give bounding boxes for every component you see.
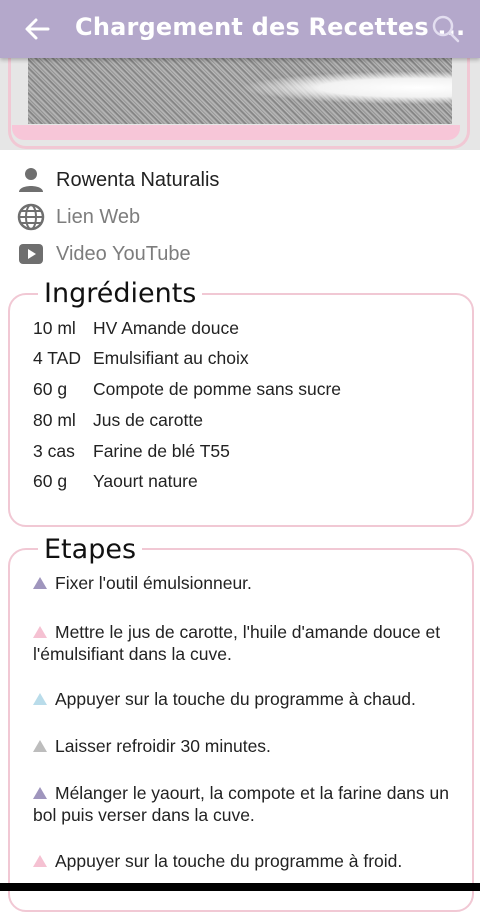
globe-icon xyxy=(17,203,45,231)
ingredient-name: HV Amande douce xyxy=(93,318,239,338)
steps-title: Etapes xyxy=(38,534,143,565)
ingredient-name: Compote de pomme sans sucre xyxy=(93,379,342,399)
author-row: Rowenta Naturalis xyxy=(16,165,219,195)
author-name: Rowenta Naturalis xyxy=(56,168,220,191)
ingredient-name: Jus de carotte xyxy=(93,410,203,430)
triangle-bullet-icon xyxy=(33,787,47,799)
youtube-icon xyxy=(19,244,43,264)
web-link-row[interactable]: Lien Web xyxy=(16,202,140,232)
app-bar: Chargement des Recettes ... xyxy=(0,0,480,58)
step-text: Fixer l'outil émulsionneur. xyxy=(55,573,252,593)
ingredient-name: Yaourt nature xyxy=(93,471,198,491)
triangle-bullet-icon xyxy=(33,693,47,705)
ingredient-row: 80 ml Jus de carotte xyxy=(33,410,203,431)
system-nav-bar xyxy=(0,883,480,891)
ingredient-qty: 10 ml xyxy=(33,318,76,338)
ingredient-qty: 60 g xyxy=(33,471,68,491)
back-arrow-icon[interactable] xyxy=(22,14,52,44)
ingredient-name: Farine de blé T55 xyxy=(93,441,230,461)
step-item: Mettre le jus de carotte, l'huile d'aman… xyxy=(33,621,458,665)
step-text: Mélanger le yaourt, la compote et la far… xyxy=(33,783,449,825)
recipe-header-accent xyxy=(12,125,460,140)
step-text: Appuyer sur la touche du programme à cha… xyxy=(55,689,416,709)
ingredient-name: Emulsifiant au choix xyxy=(93,348,249,368)
video-link-row[interactable]: Video YouTube xyxy=(16,239,191,269)
ingredient-row: 10 ml HV Amande douce xyxy=(33,318,239,339)
triangle-bullet-icon xyxy=(33,855,47,867)
ingredient-row: 60 g Yaourt nature xyxy=(33,471,198,492)
step-item: Laisser refroidir 30 minutes. xyxy=(33,735,458,757)
step-text: Laisser refroidir 30 minutes. xyxy=(55,736,271,756)
ingredient-row: 3 cas Farine de blé T55 xyxy=(33,441,230,462)
triangle-bullet-icon xyxy=(33,577,47,589)
page-title: Chargement des Recettes ... xyxy=(75,13,466,41)
video-link[interactable]: Video YouTube xyxy=(56,243,191,266)
ingredient-row: 4 TAD Emulsifiant au choix xyxy=(33,348,249,369)
step-item: Mélanger le yaourt, la compote et la far… xyxy=(33,782,458,826)
triangle-bullet-icon xyxy=(33,626,47,638)
web-link[interactable]: Lien Web xyxy=(56,206,140,229)
step-item: Appuyer sur la touche du programme à fro… xyxy=(33,850,458,872)
step-text: Mettre le jus de carotte, l'huile d'aman… xyxy=(33,622,441,664)
search-icon[interactable] xyxy=(430,13,462,45)
ingredient-qty: 80 ml xyxy=(33,410,76,430)
step-text: Appuyer sur la touche du programme à fro… xyxy=(55,851,403,871)
ingredient-row: 60 g Compote de pomme sans sucre xyxy=(33,379,341,400)
step-item: Fixer l'outil émulsionneur. xyxy=(33,572,458,594)
ingredients-title: Ingrédients xyxy=(38,278,203,309)
ingredient-qty: 4 TAD xyxy=(33,348,81,368)
ingredient-qty: 3 cas xyxy=(33,441,75,461)
step-item: Appuyer sur la touche du programme à cha… xyxy=(33,688,458,710)
person-icon xyxy=(19,168,43,192)
triangle-bullet-icon xyxy=(33,740,47,752)
ingredient-qty: 60 g xyxy=(33,379,68,399)
